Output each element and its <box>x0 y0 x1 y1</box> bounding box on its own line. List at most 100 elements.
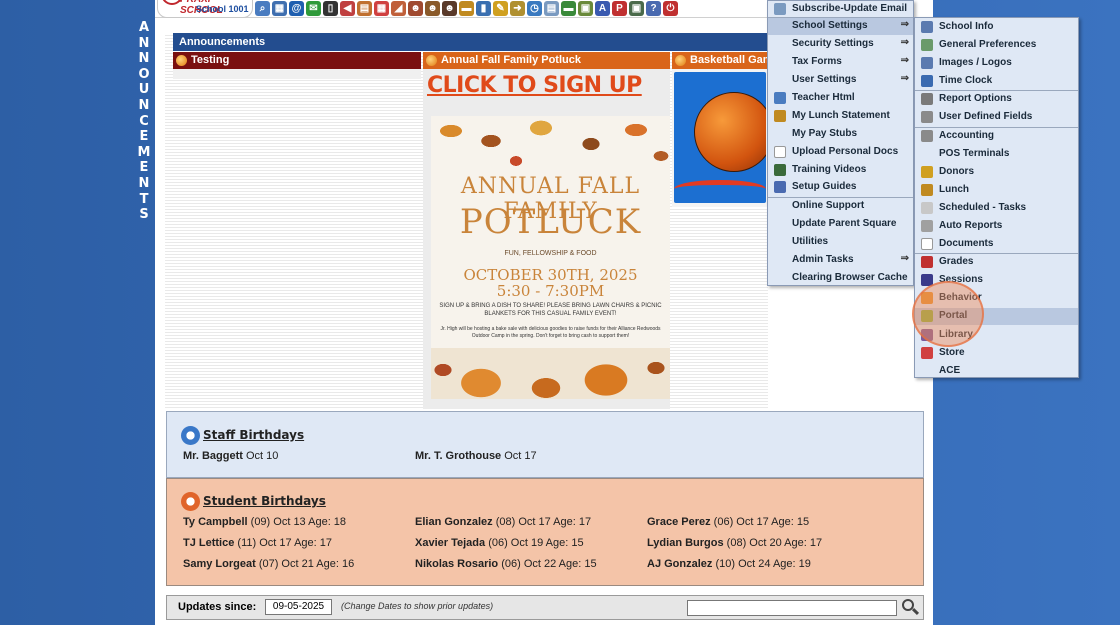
announcement-title-testing[interactable]: Testing <box>173 52 421 69</box>
menu-item-security-settings[interactable]: Security Settings ⇒ <box>768 36 913 53</box>
menu-item-documents[interactable]: Documents <box>915 236 1078 253</box>
pencil-icon[interactable]: ✎ <box>493 1 508 16</box>
phone-icon[interactable]: ▯ <box>323 1 338 16</box>
menu-item-lunch[interactable]: Lunch <box>915 182 1078 199</box>
menu-item-auto-reports[interactable]: Auto Reports <box>915 218 1078 235</box>
staff-birthdays-title[interactable]: Staff Birthdays <box>181 426 304 445</box>
menu-item-user-settings[interactable]: User Settings ⇒ <box>768 72 913 89</box>
menu-item-teacher-html[interactable]: Teacher Html <box>768 90 913 107</box>
menu-item-user-defined-fields[interactable]: User Defined Fields <box>915 109 1078 126</box>
menu-item-general-preferences[interactable]: General Preferences <box>915 37 1078 54</box>
help-icon[interactable]: ? <box>646 1 661 16</box>
book-icon[interactable]: ▮ <box>476 1 491 16</box>
printer-icon[interactable]: ▣ <box>578 1 593 16</box>
html-icon <box>774 92 786 104</box>
student-birthdays-title[interactable]: Student Birthdays <box>181 492 326 511</box>
potluck-flyer-image[interactable]: ANNUAL FALL FAMILY POTLUCK FUN, FELLOWSH… <box>431 116 670 399</box>
updates-date-input[interactable]: 09-05-2025 <box>265 599 332 615</box>
menu-item-store[interactable]: Store <box>915 345 1078 362</box>
announcement-icon[interactable]: ◢ <box>391 1 406 16</box>
calendar-grid-icon[interactable]: ▦ <box>272 1 287 16</box>
cash-icon[interactable]: ▣ <box>629 1 644 16</box>
announcement-column-testing: Testing <box>173 52 421 79</box>
menu-item-label: Scheduled - Tasks <box>939 202 1027 213</box>
staff-name: Mr. T. Grothouse <box>415 450 502 462</box>
school-logo[interactable]: PRAXI SCHOOL School 1001 <box>157 0 253 18</box>
email-icon[interactable]: @ <box>289 1 304 16</box>
menu-item-utilities[interactable]: Utilities <box>768 234 913 251</box>
menu-item-ace[interactable]: ACE <box>915 363 1078 380</box>
announcement-pin-icon <box>176 55 187 66</box>
menu-item-subscribe-update-email[interactable]: Subscribe-Update Email <box>768 1 913 18</box>
menu-item-label: Auto Reports <box>939 220 1003 231</box>
student-birthday-entry: Samy Lorgeat (07) Oct 21 Age: 16 <box>183 558 354 570</box>
menu-item-update-parent-square[interactable]: Update Parent Square <box>768 216 913 233</box>
submenu-arrow-icon: ⇒ <box>900 55 909 66</box>
menu-item-admin-tasks[interactable]: Admin Tasks ⇒ <box>768 252 913 269</box>
announcement-body: CLICK TO SIGN UP ANNUAL FALL FAMILY POTL… <box>423 69 670 409</box>
menu-item-time-clock[interactable]: Time Clock <box>915 73 1078 90</box>
teacher-icon[interactable]: ☻ <box>425 1 440 16</box>
student-name: Samy Lorgeat <box>183 558 256 570</box>
menu-item-my-pay-stubs[interactable]: My Pay Stubs <box>768 126 913 143</box>
menu-item-training-videos[interactable]: Training Videos <box>768 162 913 179</box>
ticket-icon[interactable]: ▬ <box>459 1 474 16</box>
flyer-bake-sale-note: Jr. High will be hosting a bake sale wit… <box>440 326 661 339</box>
settings-menu: Subscribe-Update Email School Settings ⇒ Se… <box>767 0 914 286</box>
search-input[interactable] <box>687 600 897 616</box>
announcement-title-text: Basketball Game <box>690 54 768 66</box>
student-name: Lydian Burgos <box>647 537 724 549</box>
menu-item-grades[interactable]: Grades <box>915 254 1078 271</box>
menu-item-my-lunch-statement[interactable]: My Lunch Statement <box>768 108 913 125</box>
email-icon <box>774 3 786 15</box>
student-birthday-entry: Elian Gonzalez (08) Oct 17 Age: 17 <box>415 516 591 528</box>
menu-item-tax-forms[interactable]: Tax Forms ⇒ <box>768 54 913 71</box>
student-birthday-detail: (06) Oct 22 Age: 15 <box>501 558 597 570</box>
toolbar-icons: ⌕ ▦ @ ✉ ▯ ◀ ▤ ▦ ◢ ☻ ☻ ☻ ▬ ▮ ✎ ➜ ◷ ▤ ▬ ▣ A P ▣? ⏻ <box>255 1 678 16</box>
task-icon <box>921 202 933 214</box>
help-icon <box>774 181 786 193</box>
student-birthday-detail: (06) Oct 19 Age: 15 <box>488 537 584 549</box>
submenu-arrow-icon: ⇒ <box>900 19 909 30</box>
power-icon[interactable]: ⏻ <box>663 1 678 16</box>
calendar-icon[interactable]: ▦ <box>374 1 389 16</box>
announcement-title-text: Annual Fall Family Potluck <box>441 54 581 66</box>
vertical-letter: O <box>138 66 150 82</box>
menu-item-report-options[interactable]: Report Options <box>915 91 1078 108</box>
vertical-letter: N <box>138 35 150 51</box>
forward-icon[interactable]: ➜ <box>510 1 525 16</box>
search-icon[interactable]: ⌕ <box>255 1 270 16</box>
document-icon <box>774 146 786 158</box>
announcement-title-potluck[interactable]: Annual Fall Family Potluck <box>423 52 670 69</box>
sign-up-link[interactable]: CLICK TO SIGN UP <box>427 73 642 98</box>
megaphone-icon[interactable]: ◀ <box>340 1 355 16</box>
search-button[interactable] <box>900 597 920 617</box>
sheet-icon[interactable]: ▤ <box>544 1 559 16</box>
basketball-image[interactable] <box>674 72 766 203</box>
announcement-title-basketball[interactable]: Basketball Game <box>672 52 768 69</box>
menu-item-label: Clearing Browser Cache <box>792 272 908 283</box>
chat-icon[interactable]: ✉ <box>306 1 321 16</box>
clock-icon[interactable]: ◷ <box>527 1 542 16</box>
api-icon[interactable]: A <box>595 1 610 16</box>
menu-item-upload-personal-docs[interactable]: Upload Personal Docs <box>768 144 913 161</box>
user-icon[interactable]: ☻ <box>408 1 423 16</box>
menu-item-school-info[interactable]: School Info <box>915 19 1078 36</box>
menu-item-online-support[interactable]: Online Support <box>768 198 913 215</box>
menu-item-donors[interactable]: Donors <box>915 164 1078 181</box>
student-name: Nikolas Rosario <box>415 558 499 570</box>
report-icon[interactable]: ▤ <box>357 1 372 16</box>
money-icon[interactable]: ▬ <box>561 1 576 16</box>
menu-item-clearing-browser-cache[interactable]: Clearing Browser Cache <box>768 270 913 287</box>
menu-item-accounting[interactable]: Accounting <box>915 128 1078 145</box>
menu-item-images-logos[interactable]: Images / Logos <box>915 55 1078 72</box>
preferences-icon <box>921 39 933 51</box>
staff-name: Mr. Baggett <box>183 450 243 462</box>
pdf-icon[interactable]: P <box>612 1 627 16</box>
menu-item-scheduled-tasks[interactable]: Scheduled - Tasks <box>915 200 1078 217</box>
cake-icon <box>181 492 200 511</box>
menu-item-school-settings[interactable]: School Settings ⇒ <box>768 18 913 35</box>
menu-item-setup-guides[interactable]: Setup Guides <box>768 179 913 196</box>
group-icon[interactable]: ☻ <box>442 1 457 16</box>
menu-item-pos-terminals[interactable]: POS Terminals <box>915 146 1078 163</box>
